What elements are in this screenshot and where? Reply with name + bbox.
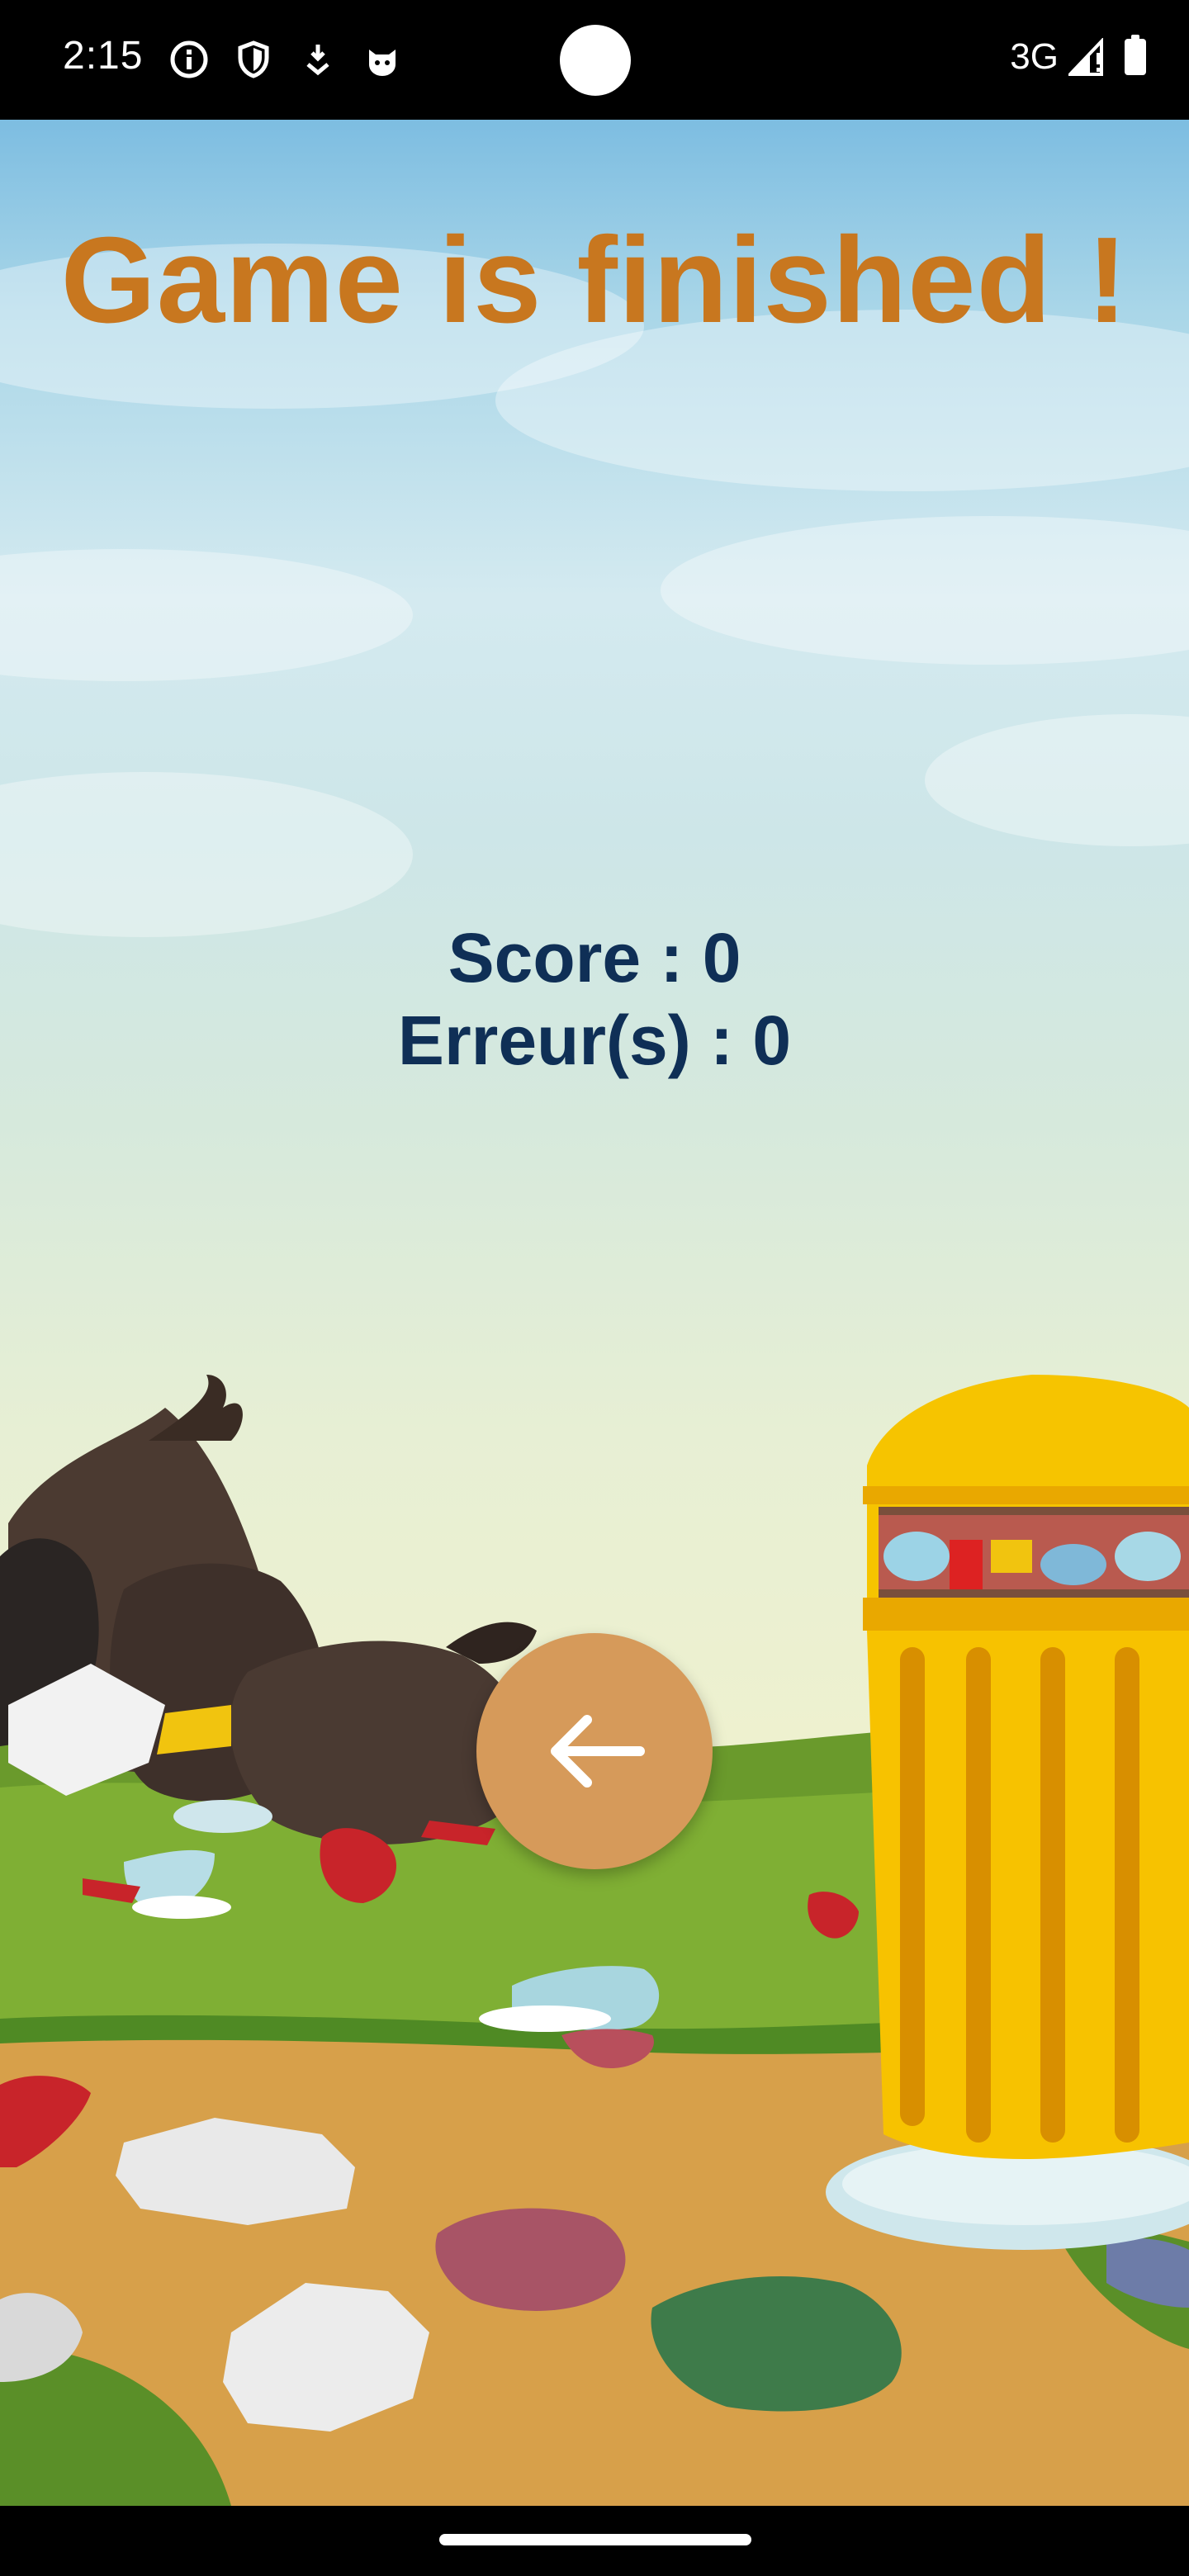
game-scene: Game is finished ! Score : 0 Erreur(s) :… [0, 120, 1189, 2506]
download-icon [306, 45, 329, 76]
signal-icon [1068, 38, 1103, 76]
battery-icon [1125, 35, 1146, 75]
cat-face-icon [369, 50, 396, 76]
camera-cutout [560, 25, 631, 96]
arrow-left-icon [551, 1715, 645, 1788]
network-type: 3G [1010, 36, 1059, 77]
info-icon [170, 40, 208, 78]
score-summary: Score : 0 Erreur(s) : 0 [0, 916, 1189, 1082]
home-indicator[interactable] [439, 2534, 751, 2545]
back-button[interactable] [476, 1633, 713, 1869]
status-right: 3G [1010, 35, 1146, 78]
status-bar: 2:15 3G [0, 0, 1189, 120]
landfill-scenery [0, 1375, 1189, 2506]
status-icons-left [169, 40, 402, 79]
status-time: 2:15 [63, 34, 144, 78]
errors-label: Erreur(s) : 0 [397, 1002, 792, 1079]
game-finished-title: Game is finished ! [60, 212, 1129, 348]
shield-icon [238, 40, 269, 78]
score-label: Score : 0 [448, 919, 741, 997]
